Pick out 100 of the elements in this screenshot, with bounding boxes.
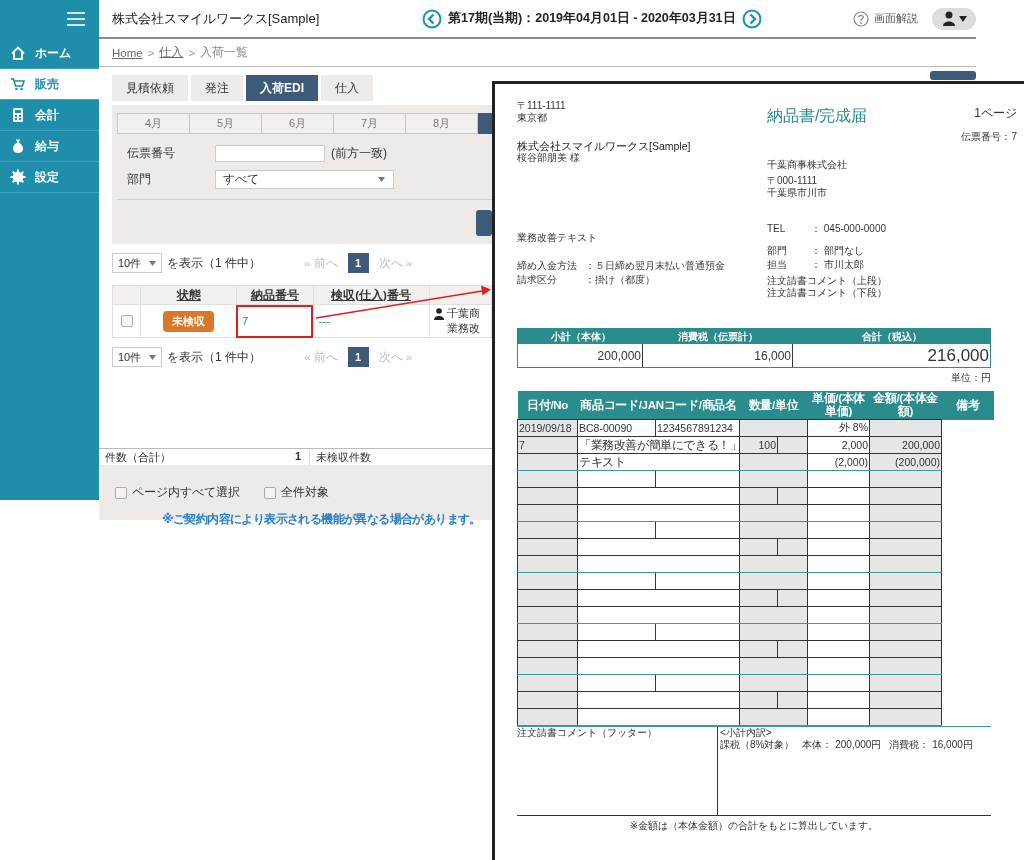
count-value: 1 <box>294 449 301 464</box>
next-icon[interactable] <box>741 8 762 29</box>
help-link[interactable]: 画面解説 <box>853 10 918 27</box>
table-cell <box>807 708 870 726</box>
menu-icon[interactable] <box>67 12 85 26</box>
comment-text: 注文請書コメント（上段） <box>767 275 888 287</box>
comment-text: 注文請書コメント（下段） <box>767 287 888 299</box>
period-label: 第17期(当期)：2019年04月01日 - 2020年03月31日 <box>448 10 736 27</box>
caret-icon <box>958 15 967 22</box>
company-name: 株式会社スマイルワークス[Sample] <box>112 9 321 28</box>
table-cell <box>807 691 870 709</box>
field-label: 請求区分 <box>517 274 558 286</box>
table-cell <box>739 419 808 437</box>
sidebar-item[interactable]: 設定 <box>0 162 99 193</box>
table-cell <box>807 623 870 641</box>
tab[interactable]: 入荷EDI <box>246 75 318 101</box>
pending-count-label: 未検収件数 <box>315 449 371 465</box>
sidebar-item[interactable]: 会計 <box>0 100 99 131</box>
print-button[interactable] <box>930 71 976 80</box>
month-tab[interactable]: 5月 <box>190 113 262 134</box>
person-icon <box>433 307 444 320</box>
delivery-number-link[interactable]: 7 <box>237 315 249 327</box>
address: 千葉県市川市 <box>767 187 828 199</box>
search-button[interactable] <box>476 210 492 236</box>
field-label: 伝票番号 <box>127 145 176 162</box>
field-value: ： 045-000-0000 <box>811 223 887 235</box>
table-cell: 2,000 <box>807 436 870 454</box>
column-header: 金額/(本体金額) <box>869 391 942 420</box>
table-cell <box>807 657 870 675</box>
page-size-select[interactable]: 10件 <box>112 347 162 367</box>
table-cell <box>807 538 870 556</box>
breadcrumb-separator: > <box>147 46 155 59</box>
table-cell <box>807 470 870 488</box>
footnote: ※金額は（本体金額）の合計をもとに算出しています。 <box>628 819 880 833</box>
field-value: ：５日締め翌月末払い普通預金 <box>585 260 725 272</box>
month-tab[interactable]: 8月 <box>406 113 478 134</box>
field-label: TEL <box>767 223 787 235</box>
user-icon <box>941 11 956 26</box>
column-header: 合計（税込） <box>793 329 990 344</box>
postal-code: 〒000-1111 <box>767 175 819 187</box>
help-icon <box>853 10 869 27</box>
previous-icon[interactable] <box>422 8 442 29</box>
user-menu-button[interactable] <box>932 7 976 30</box>
table-cell <box>807 521 870 539</box>
column-header[interactable]: 納品番号 <box>236 285 314 305</box>
slip-number-field[interactable] <box>215 145 325 162</box>
checkbox[interactable] <box>264 486 276 499</box>
column-header: 商品コード/JANコード/商品名 <box>577 391 740 420</box>
column-header: 消費税（伝票計） <box>643 329 793 344</box>
recipient-company: 千葉商事株式会社 <box>767 159 848 171</box>
status-badge: 未検収 <box>163 310 215 332</box>
column-header: 日付/No <box>517 391 578 420</box>
table-cell <box>807 674 870 692</box>
month-tab[interactable]: 6月 <box>262 113 334 134</box>
total-value: 16,000 <box>643 344 793 367</box>
tab[interactable]: 見積依頼 <box>112 75 188 101</box>
page-size-select[interactable]: 10件 <box>112 253 162 273</box>
table-cell: 外 8% <box>807 419 870 437</box>
row-checkbox[interactable] <box>120 315 133 328</box>
tab[interactable]: 発注 <box>191 75 243 101</box>
caret-icon <box>378 177 385 182</box>
table-cell: (2,000) <box>807 453 870 471</box>
column-header: 備考 <box>941 391 994 420</box>
sidebar-item[interactable]: 給与 <box>0 131 99 162</box>
total-value: 216,000 <box>926 345 990 367</box>
supplier-name: 千葉商 <box>446 306 480 321</box>
column-header[interactable]: 検収(仕入)番号 <box>313 285 430 305</box>
tax-amount: 消費税： 16,000円 <box>889 739 973 751</box>
inspection-number-link[interactable]: --- <box>314 315 331 327</box>
sidebar-item[interactable]: 販売 <box>0 69 99 100</box>
column-header[interactable]: 状態 <box>140 285 237 305</box>
page-link[interactable]: 1 <box>347 347 369 367</box>
department-select[interactable]: すべて <box>215 170 394 189</box>
tab[interactable]: 仕入 <box>321 75 373 101</box>
caret-icon <box>149 260 156 266</box>
field-value: ： 市川太郎 <box>811 259 864 271</box>
checkbox[interactable] <box>115 486 127 499</box>
page-link[interactable]: 1 <box>347 253 369 273</box>
count-label: 件数（合計） <box>105 449 171 465</box>
checkbox-label: ページ内すべて選択 <box>132 485 240 500</box>
month-tab[interactable]: 7月 <box>334 113 406 134</box>
postal-code: 〒111-1111 <box>517 100 567 112</box>
breadcrumb-link[interactable]: Home <box>112 46 143 59</box>
document-title: 納品書/完成届 <box>767 106 868 126</box>
table-cell <box>807 487 870 505</box>
notice-text: ※ご契約内容により表示される機能が異なる場合があります。 <box>162 511 481 528</box>
table-cell: BC8-00090 <box>577 419 656 437</box>
table-cell <box>807 555 870 573</box>
company-name: 株式会社スマイルワークス[Sample] <box>517 140 692 152</box>
caret-icon <box>149 354 156 360</box>
table-cell <box>807 606 870 624</box>
column-header: 小計（本体） <box>518 329 643 344</box>
field-label: 担当 <box>767 259 788 271</box>
total-value: 200,000 <box>518 344 643 367</box>
addressee-name: 桜谷部朋美 様 <box>517 152 581 164</box>
footer-comment: 注文請書コメント（フッター） <box>517 727 658 739</box>
month-tab[interactable]: 4月 <box>117 113 190 134</box>
breadcrumb-link[interactable]: 仕入 <box>159 45 184 60</box>
breadcrumb-separator: > <box>188 46 196 59</box>
cart-icon <box>10 76 26 92</box>
